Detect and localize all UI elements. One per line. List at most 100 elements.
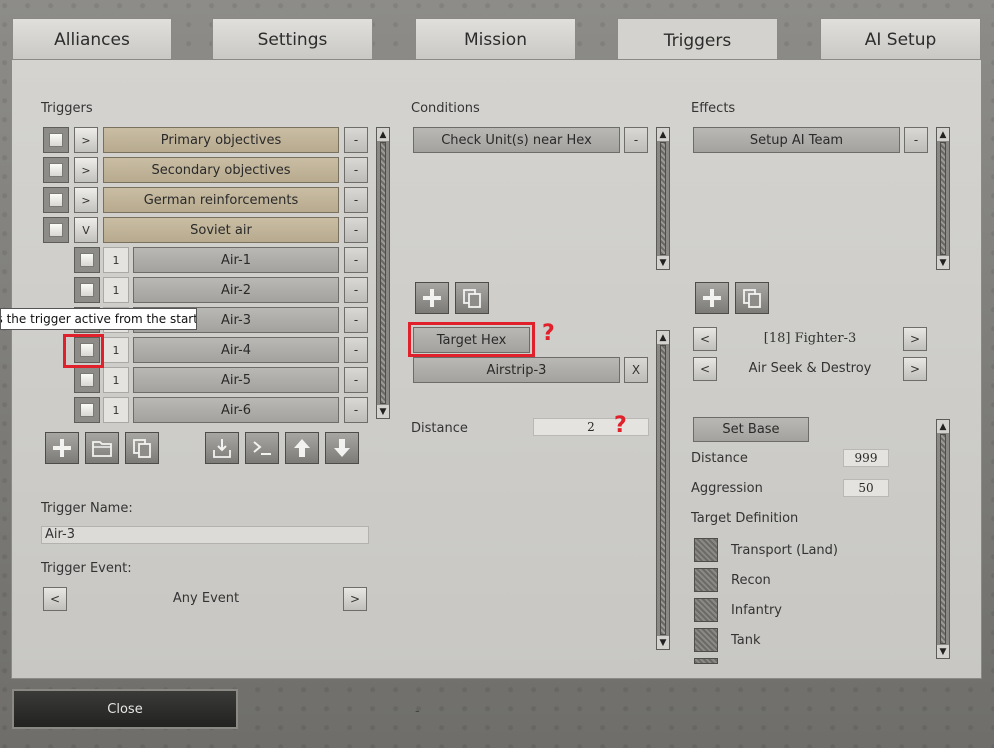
copy-trigger-button[interactable] <box>125 432 159 464</box>
condition-item[interactable]: Check Unit(s) near Hex <box>413 127 620 153</box>
trigger-group-item[interactable]: Soviet air <box>103 217 339 243</box>
scroll-up-icon[interactable]: ▲ <box>657 331 669 344</box>
remove-button[interactable]: - <box>344 397 368 423</box>
effect-details-scrollbar[interactable]: ▲ ▼ <box>936 419 950 659</box>
scroll-up-icon[interactable]: ▲ <box>937 128 949 141</box>
trigger-item[interactable]: Air-6 <box>133 397 339 423</box>
scroll-down-icon[interactable]: ▼ <box>937 645 949 658</box>
event-next-button[interactable]: > <box>343 587 367 611</box>
scroll-up-icon[interactable]: ▲ <box>937 420 949 433</box>
event-prev-button[interactable]: < <box>43 587 67 611</box>
highlight-box <box>408 322 535 357</box>
remove-button[interactable]: - <box>344 187 368 213</box>
order-next-button[interactable]: > <box>903 357 927 381</box>
tab-ai-setup[interactable]: AI Setup <box>820 18 981 60</box>
effects-scrollbar[interactable]: ▲ ▼ <box>936 127 950 270</box>
scroll-down-icon[interactable]: ▼ <box>657 636 669 649</box>
remove-button[interactable]: - <box>344 127 368 153</box>
remove-button[interactable]: - <box>344 217 368 243</box>
conditions-header: Conditions <box>411 101 480 116</box>
copy-effect-button[interactable] <box>735 282 769 314</box>
remove-button[interactable]: - <box>344 367 368 393</box>
tab-alliances[interactable]: Alliances <box>12 18 172 60</box>
add-effect-button[interactable] <box>695 282 729 314</box>
unit-prev-button[interactable]: < <box>693 327 717 351</box>
triggers-header: Triggers <box>41 101 93 116</box>
trigger-item[interactable]: Air-2 <box>133 277 339 303</box>
trigger-group-item[interactable]: Primary objectives <box>103 127 339 153</box>
condition-distance-input[interactable]: 2 <box>533 418 649 436</box>
folder-button[interactable] <box>85 432 119 464</box>
trigger-group-item[interactable]: Secondary objectives <box>103 157 339 183</box>
copy-condition-button[interactable] <box>455 282 489 314</box>
remove-condition-button[interactable]: - <box>624 127 648 153</box>
expand-button[interactable]: > <box>74 127 98 153</box>
download-icon <box>213 439 231 458</box>
conditions-scrollbar[interactable]: ▲ ▼ <box>656 127 670 270</box>
active-checkbox[interactable] <box>43 187 69 213</box>
trigger-count: 1 <box>103 337 129 363</box>
set-base-button[interactable]: Set Base <box>693 417 809 442</box>
triggers-scrollbar[interactable]: ▲ ▼ <box>376 127 390 419</box>
active-checkbox[interactable] <box>43 127 69 153</box>
order-prev-button[interactable]: < <box>693 357 717 381</box>
target-checkbox[interactable] <box>694 658 718 664</box>
question-mark: ? <box>542 321 555 346</box>
trigger-name-input[interactable]: Air-3 <box>41 526 369 544</box>
target-checkbox[interactable] <box>694 628 718 652</box>
active-checkbox[interactable] <box>43 157 69 183</box>
trigger-item[interactable]: Air-4 <box>133 337 339 363</box>
remove-effect-button[interactable]: - <box>904 127 928 153</box>
tab-settings[interactable]: Settings <box>212 18 373 60</box>
aggression-input[interactable]: 50 <box>843 479 889 497</box>
active-checkbox[interactable] <box>74 247 100 273</box>
add-trigger-button[interactable] <box>45 432 79 464</box>
add-condition-button[interactable] <box>415 282 449 314</box>
order-value: Air Seek & Destroy <box>748 361 872 376</box>
trigger-item[interactable]: Air-5 <box>133 367 339 393</box>
scroll-down-icon[interactable]: ▼ <box>377 405 389 418</box>
move-down-button[interactable] <box>325 432 359 464</box>
target-checkbox[interactable] <box>694 598 718 622</box>
hex-value-field[interactable]: Airstrip-3 <box>413 357 620 383</box>
active-checkbox[interactable] <box>74 367 100 393</box>
plus-icon <box>423 289 441 307</box>
trigger-event-label: Trigger Event: <box>41 561 132 576</box>
move-up-button[interactable] <box>285 432 319 464</box>
active-checkbox[interactable] <box>74 397 100 423</box>
scroll-down-icon[interactable]: ▼ <box>657 256 669 269</box>
remove-button[interactable]: - <box>344 247 368 273</box>
trigger-group-item[interactable]: German reinforcements <box>103 187 339 213</box>
target-checkbox[interactable] <box>694 568 718 592</box>
expand-button[interactable]: > <box>74 157 98 183</box>
close-button[interactable]: Close <box>12 689 238 729</box>
clear-hex-button[interactable]: X <box>624 357 648 383</box>
scroll-up-icon[interactable]: ▲ <box>377 128 389 141</box>
effect-item[interactable]: Setup AI Team <box>693 127 900 153</box>
remove-button[interactable]: - <box>344 307 368 333</box>
remove-button[interactable]: - <box>344 157 368 183</box>
import-button[interactable] <box>205 432 239 464</box>
scroll-down-icon[interactable]: ▼ <box>937 256 949 269</box>
remove-button[interactable]: - <box>344 277 368 303</box>
trigger-count: 1 <box>103 367 129 393</box>
tab-triggers[interactable]: Triggers <box>617 18 778 62</box>
trigger-item[interactable]: Air-1 <box>133 247 339 273</box>
effect-distance-input[interactable]: 999 <box>843 449 889 467</box>
remove-button[interactable]: - <box>344 337 368 363</box>
scroll-up-icon[interactable]: ▲ <box>657 128 669 141</box>
active-checkbox[interactable] <box>43 217 69 243</box>
collapse-button[interactable]: V <box>74 217 98 243</box>
condition-details-scrollbar[interactable]: ▲ ▼ <box>656 330 670 650</box>
target-checkbox[interactable] <box>694 538 718 562</box>
trigger-name-label: Trigger Name: <box>41 501 133 516</box>
target-label: Infantry <box>731 603 782 618</box>
expand-button[interactable]: > <box>74 187 98 213</box>
active-checkbox[interactable] <box>74 277 100 303</box>
unit-next-button[interactable]: > <box>903 327 927 351</box>
tab-mission[interactable]: Mission <box>415 18 576 60</box>
copy-icon <box>133 439 151 458</box>
effect-distance-label: Distance <box>691 451 748 466</box>
script-button[interactable] <box>245 432 279 464</box>
target-label: Tank <box>731 633 761 648</box>
